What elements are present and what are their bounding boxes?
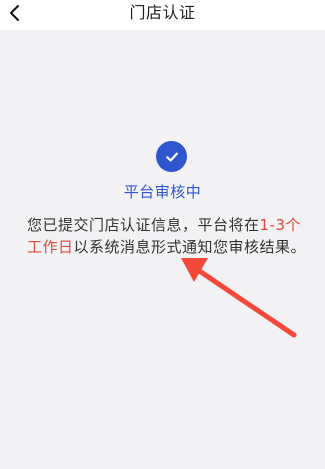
check-circle-icon [156,141,187,172]
page-title: 门店认证 [129,3,196,22]
status-title: 平台审核中 [123,183,202,201]
top-bar: 门店认证 [0,0,325,30]
message-suffix: 以系统消息形式通知您审核结果。 [73,238,307,256]
status-message: 您已提交门店认证信息，平台将在1-3个工作日以系统消息形式通知您审核结果。 [27,214,309,258]
message-prefix: 您已提交门店认证信息，平台将在 [27,216,260,234]
